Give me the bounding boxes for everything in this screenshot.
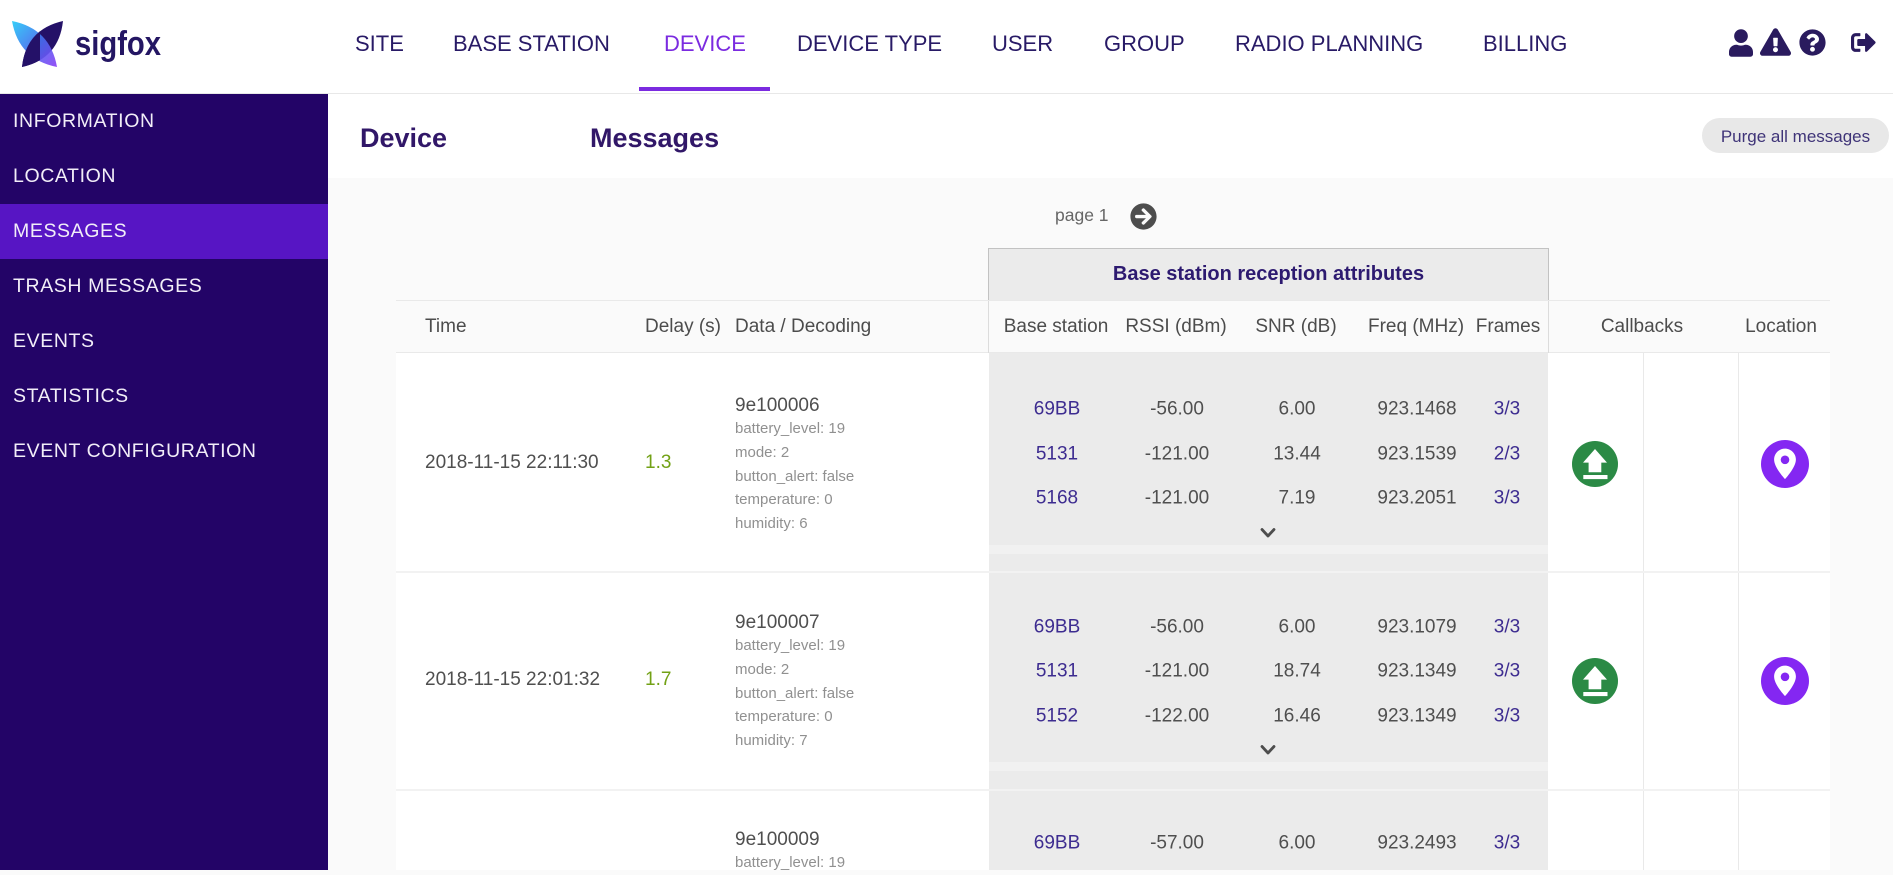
svg-text:sigfox: sigfox [75,25,161,63]
